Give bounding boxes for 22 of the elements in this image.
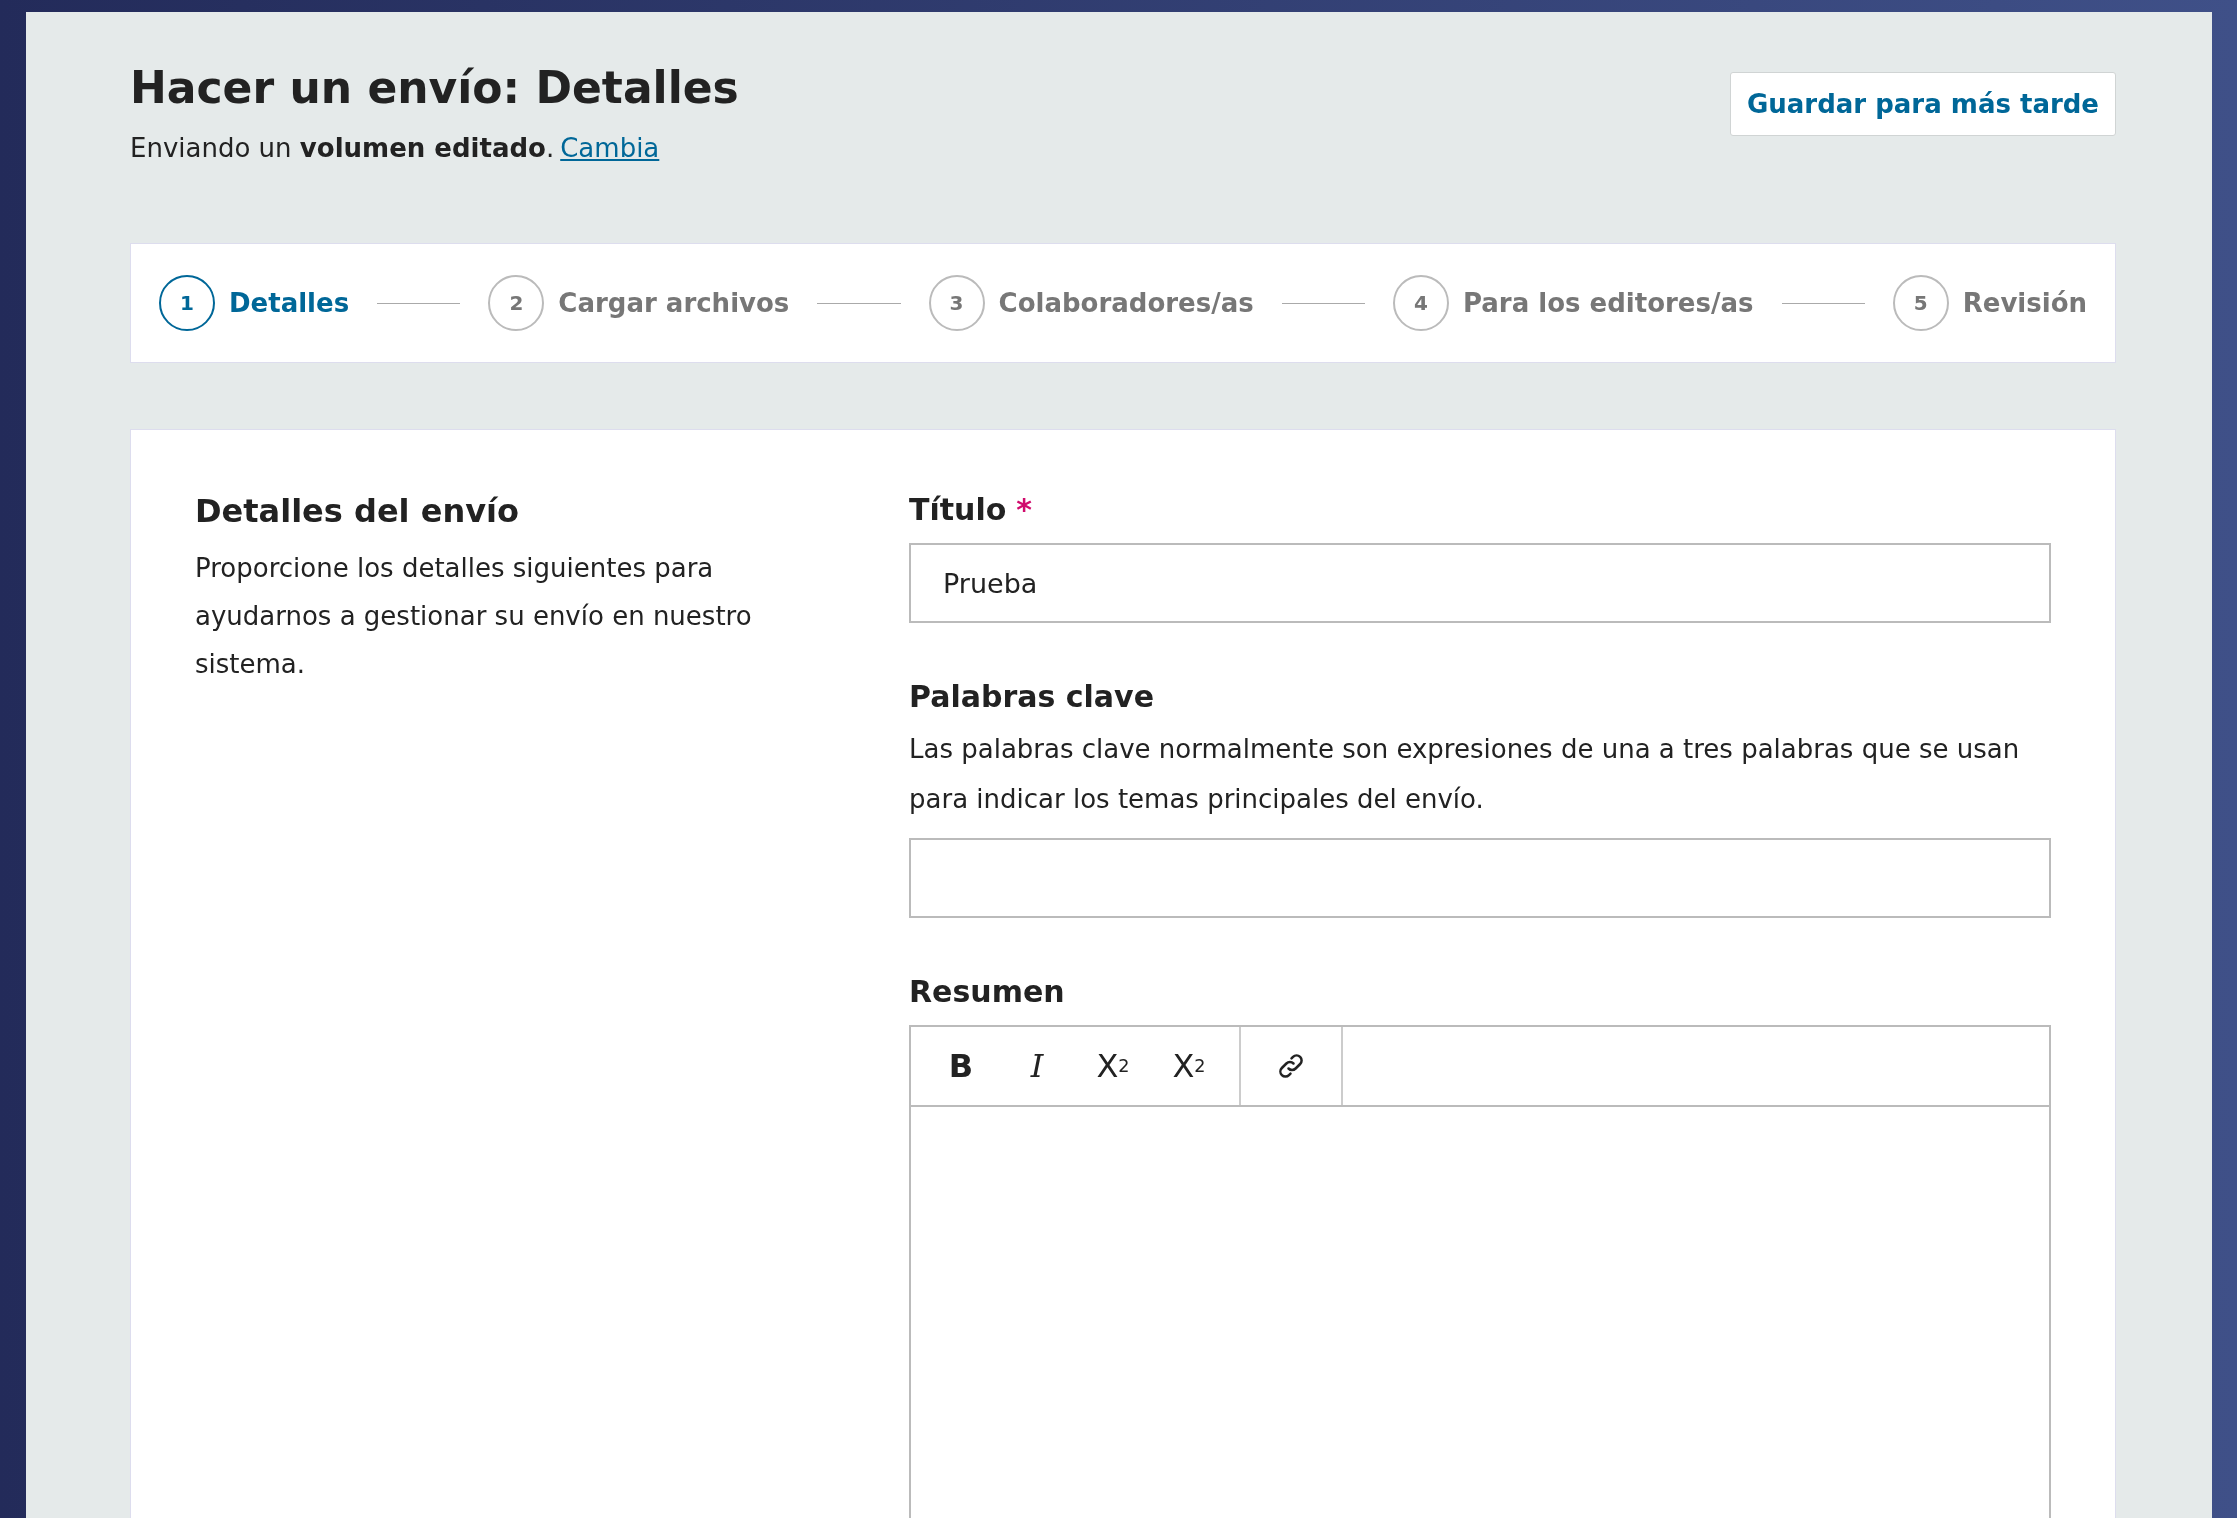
- section-description: Proporcione los detalles siguientes para ayudarnos a gestionar su envío en nuestro sistema.: [195, 552, 753, 681]
- submission-type-text: Enviando un volumen editado.: [130, 133, 555, 163]
- field-description: Las palabras clave normalmente son expresiones de una a tres palabras que se usan para indicar los temas principales del envío.: [909, 733, 2021, 816]
- change-link[interactable]: Cambia: [560, 133, 660, 163]
- step-tab[interactable]: 3 Colaboradores/as: [928, 275, 1254, 331]
- input-field[interactable]: Prueba: [909, 543, 2051, 623]
- step-tab[interactable]: 5 Revisión: [1892, 275, 2087, 331]
- page-title: Hacer un envío: Detalles: [130, 62, 739, 113]
- step-tab[interactable]: 2 Cargar archivos: [488, 275, 790, 331]
- format-button[interactable]: X$^{2}$: [1075, 1036, 1151, 1096]
- step-tab[interactable]: 4 Para los editores/as: [1392, 275, 1754, 331]
- save-for-later-button[interactable]: Guardar para más tarde: [1729, 72, 2116, 136]
- step-tab[interactable]: 1 Detalles: [159, 275, 350, 331]
- field-label: Título: [909, 492, 1007, 527]
- link-icon: [1276, 1051, 1306, 1081]
- format-button[interactable]: I: [999, 1036, 1075, 1096]
- required-mark: *: [1016, 492, 1033, 527]
- section-title: Detalles del envío: [195, 492, 520, 530]
- input-field[interactable]: [909, 838, 2051, 918]
- field-label: Palabras clave: [909, 679, 1154, 714]
- field-label: Resumen: [909, 974, 1065, 1009]
- format-button[interactable]: B: [923, 1036, 999, 1096]
